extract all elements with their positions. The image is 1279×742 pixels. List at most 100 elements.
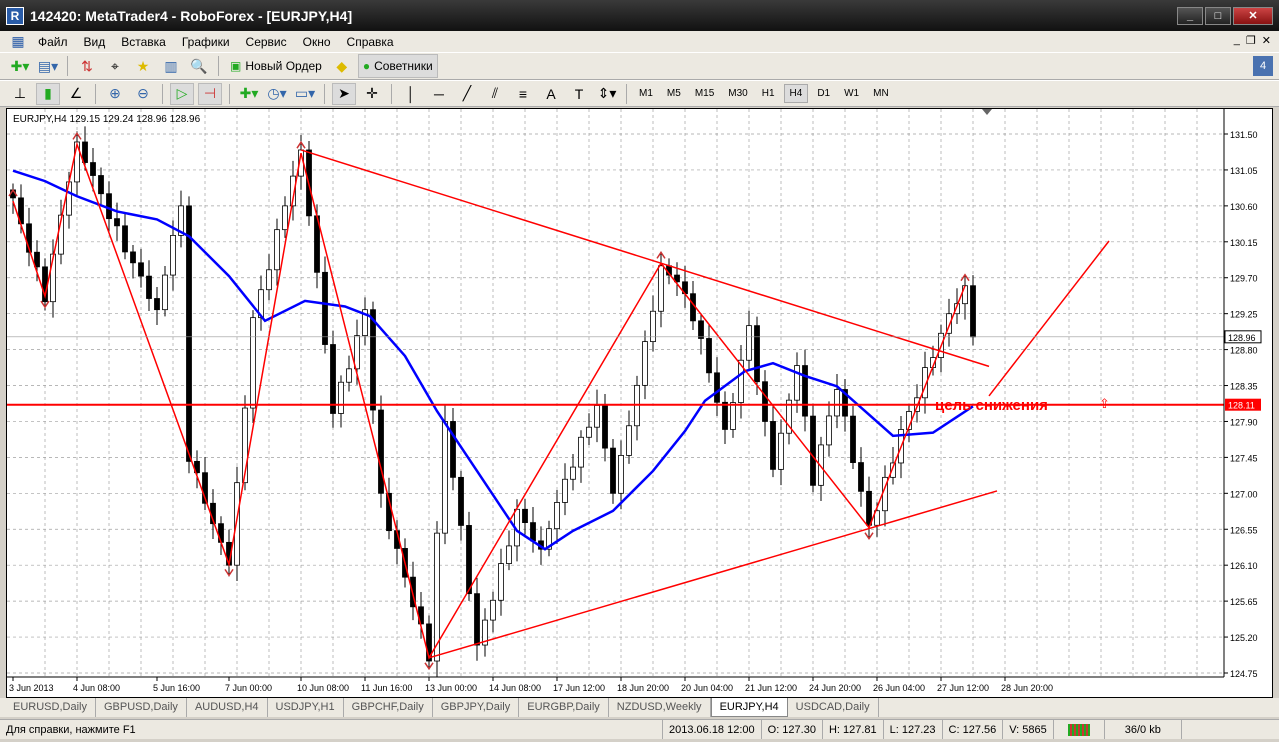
timeframe-m15[interactable]: M15	[690, 85, 719, 102]
bearish-candle	[122, 225, 128, 253]
chart-header: EURJPY,H4 129.15 129.24 128.96 128.96	[13, 114, 201, 125]
status-low: L: 127.23	[884, 720, 943, 739]
bearish-candle	[610, 447, 616, 494]
title-bar: R 142420: MetaTrader4 - RoboForex - [EUR…	[0, 0, 1279, 31]
chart-tab[interactable]: USDJPY,H1	[268, 698, 344, 717]
bullish-candle	[234, 482, 240, 566]
current-price-label: 128.96	[1228, 333, 1256, 343]
bearish-candle	[762, 381, 768, 422]
menu-help[interactable]: Справка	[339, 35, 402, 49]
up-arrow-marker-icon[interactable]: ⇧	[1099, 396, 1110, 411]
chart-tab[interactable]: EURUSD,Daily	[5, 698, 96, 717]
timeframe-mn[interactable]: MN	[868, 85, 894, 102]
close-button[interactable]: ✕	[1233, 7, 1273, 25]
zoom-out-icon[interactable]: ⊖	[131, 83, 155, 105]
y-tick-label: 125.65	[1230, 597, 1258, 607]
chart-tab[interactable]: EURGBP,Daily	[519, 698, 609, 717]
vertical-line-icon[interactable]: │	[399, 83, 423, 105]
timeframe-d1[interactable]: D1	[812, 85, 835, 102]
new-order-button[interactable]: ▣ Новый Ордер	[226, 54, 326, 78]
timeframe-m30[interactable]: M30	[723, 85, 752, 102]
chart-tab[interactable]: EURJPY,H4	[710, 698, 788, 717]
timeframe-m1[interactable]: M1	[634, 85, 658, 102]
timeframe-m5[interactable]: M5	[662, 85, 686, 102]
x-tick-label: 17 Jun 12:00	[553, 683, 605, 693]
chart-tab[interactable]: NZDUSD,Weekly	[609, 698, 711, 717]
arrows-icon[interactable]: ⇕▾	[595, 83, 619, 105]
chart-tab[interactable]: GBPUSD,Daily	[96, 698, 187, 717]
menu-charts[interactable]: Графики	[174, 35, 238, 49]
bearish-candle	[722, 401, 728, 430]
chart-tab[interactable]: AUDUSD,H4	[187, 698, 268, 717]
terminal-icon[interactable]: ▥	[159, 55, 183, 77]
text-icon[interactable]: A	[539, 83, 563, 105]
horizontal-line-icon[interactable]: ─	[427, 83, 451, 105]
bearish-candle	[858, 462, 864, 492]
menu-window[interactable]: Окно	[295, 35, 339, 49]
navigator-icon[interactable]: ★	[131, 55, 155, 77]
zoom-in-icon[interactable]: ⊕	[103, 83, 127, 105]
menu-insert[interactable]: Вставка	[113, 35, 174, 49]
trendline-icon[interactable]: ╱	[455, 83, 479, 105]
mdi-restore-icon[interactable]: ❐	[1246, 34, 1256, 47]
menu-view[interactable]: Вид	[76, 35, 114, 49]
bullish-candle	[626, 425, 632, 456]
crosshair-icon[interactable]: ✛	[360, 83, 384, 105]
bullish-candle	[338, 381, 344, 414]
experts-button[interactable]: ● Советники	[357, 54, 438, 78]
window-title: 142420: MetaTrader4 - RoboForex - [EURJP…	[30, 7, 353, 24]
timeframe-w1[interactable]: W1	[839, 85, 864, 102]
bullish-candle	[826, 415, 832, 446]
mdi-minimize-icon[interactable]: _	[1234, 34, 1240, 47]
chart-tab[interactable]: GBPCHF,Daily	[344, 698, 433, 717]
market-watch-icon[interactable]: ⇅	[75, 55, 99, 77]
profiles-icon[interactable]: ▤▾	[36, 55, 60, 77]
cursor-icon[interactable]: ➤	[332, 82, 356, 105]
menu-tools[interactable]: Сервис	[238, 35, 295, 49]
line-chart-icon[interactable]: ∠	[64, 83, 88, 105]
chart-tab[interactable]: USDCAD,Daily	[788, 698, 879, 717]
notification-icon[interactable]: 4	[1253, 56, 1273, 76]
minimize-button[interactable]: _	[1177, 7, 1203, 25]
bearish-candle	[866, 490, 872, 526]
text-label-icon[interactable]: T	[567, 83, 591, 105]
chart-tab[interactable]: GBPJPY,Daily	[433, 698, 520, 717]
candlestick-icon[interactable]: ▮	[36, 82, 60, 105]
chart-shift-icon[interactable]: ⊣	[198, 82, 222, 105]
bearish-candle	[322, 271, 328, 345]
timeframe-h1[interactable]: H1	[757, 85, 780, 102]
strategy-tester-icon[interactable]: 🔍	[187, 55, 211, 77]
equidistant-channel-icon[interactable]: ⫽	[483, 83, 507, 105]
y-tick-label: 131.50	[1230, 130, 1258, 140]
data-window-icon[interactable]: ⌖	[103, 55, 127, 77]
timeframe-h4[interactable]: H4	[783, 84, 809, 103]
menu-file[interactable]: Файл	[30, 35, 76, 49]
bar-chart-icon[interactable]: ⊥	[8, 83, 32, 105]
indicators-icon[interactable]: ✚▾	[237, 83, 261, 105]
autoscroll-icon[interactable]: ▷	[170, 82, 194, 105]
status-high: H: 127.81	[823, 720, 884, 739]
y-tick-label: 127.45	[1230, 453, 1258, 463]
maximize-button[interactable]: □	[1205, 7, 1231, 25]
bearish-candle	[450, 421, 456, 478]
bearish-candle	[330, 344, 336, 414]
bullish-candle	[562, 478, 568, 503]
bullish-candle	[578, 436, 584, 468]
y-tick-label: 130.60	[1230, 202, 1258, 212]
bullish-candle	[266, 269, 272, 291]
price-chart[interactable]: 131.50 131.05 130.60 130.15 129.70 129.25 128.…	[7, 109, 1272, 697]
periods-icon[interactable]: ◷▾	[265, 83, 289, 105]
mdi-close-icon[interactable]: ✕	[1262, 34, 1271, 47]
chart-window[interactable]: 131.50 131.05 130.60 130.15 129.70 129.25 128.…	[6, 108, 1273, 698]
zigzag-line	[12, 141, 966, 660]
annotation-text[interactable]: цель снижения	[935, 397, 1048, 414]
bullish-candle	[498, 563, 504, 601]
bearish-candle	[714, 372, 720, 403]
status-help: Для справки, нажмите F1	[0, 720, 663, 739]
new-chart-icon[interactable]: ✚▾	[8, 55, 32, 77]
fibonacci-icon[interactable]: ≡	[511, 83, 535, 105]
y-tick-label: 127.00	[1230, 489, 1258, 499]
warning-icon[interactable]: ◆	[330, 55, 354, 77]
connection-status-icon	[1054, 720, 1105, 739]
templates-icon[interactable]: ▭▾	[293, 83, 317, 105]
